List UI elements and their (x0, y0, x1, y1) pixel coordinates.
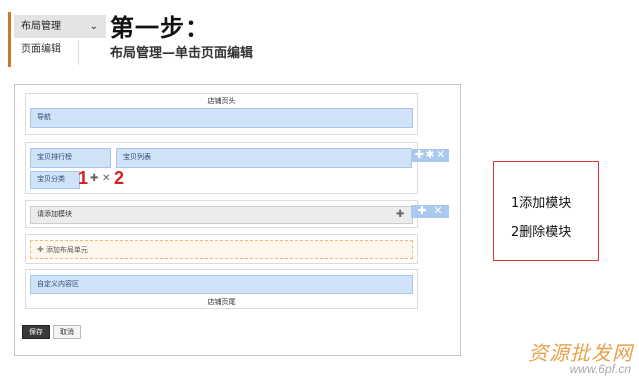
page-edit-link[interactable]: 页面编辑 (14, 40, 79, 65)
add-module-icon[interactable]: ✚ (90, 173, 98, 184)
marker-1: 1 (78, 168, 89, 188)
annotation-add: 1添加模块 (511, 196, 572, 211)
annotation-delete: 2删除模块 (511, 225, 572, 240)
move-icon[interactable]: ✚ (417, 205, 426, 218)
marker-2: 2 (114, 168, 125, 188)
slot-toolbar: ✚ ✕ (411, 205, 449, 218)
shop-footer-section: 自定义内容区 店铺页尾 (25, 269, 418, 309)
content-section: 宝贝排行榜 宝贝列表 宝贝分类 1 ✚ ✕ 2 (25, 142, 418, 194)
module-list[interactable]: 宝贝列表 (116, 148, 412, 168)
shop-footer-label: 店铺页尾 (207, 299, 236, 306)
delete-module-icon[interactable]: ✕ (102, 173, 110, 184)
plus-icon: ✚ (37, 245, 46, 254)
move-icon[interactable]: ✚ (415, 149, 424, 162)
module-rank[interactable]: 宝贝排行榜 (30, 148, 111, 168)
step-description: 布局管理—单击页面编辑 (110, 46, 254, 61)
layout-management-menu[interactable]: 布局管理 ⌄ (14, 15, 106, 38)
module-category[interactable]: 宝贝分类 (30, 171, 80, 189)
page-editor: 店铺页头 导航 宝贝排行榜 宝贝列表 宝贝分类 1 ✚ ✕ 2 ✚ ✱ ✕ 请添… (14, 84, 461, 356)
menu-accent-bar (8, 12, 11, 67)
save-button[interactable]: 保存 (22, 325, 50, 339)
watermark-url: www.6pf.cn (569, 362, 631, 376)
layout-unit-section: ✚ 添加布局单元 (25, 234, 418, 264)
shop-header-label: 店铺页头 (207, 98, 236, 105)
gear-icon[interactable]: ✱ (425, 149, 434, 162)
chevron-down-icon: ⌄ (89, 21, 98, 32)
add-module-slot[interactable]: 请添加模块 (30, 206, 413, 224)
custom-content-area[interactable]: 自定义内容区 (30, 275, 413, 294)
layout-menu: 布局管理 ⌄ 页面编辑 (8, 12, 106, 67)
nav-module[interactable]: 导航 (30, 108, 413, 128)
close-icon[interactable]: ✕ (436, 149, 445, 162)
cancel-button[interactable]: 取消 (53, 325, 81, 339)
step-title: 第一步： (110, 14, 210, 42)
add-module-slot-icon[interactable]: ✚ (396, 209, 404, 220)
close-icon[interactable]: ✕ (433, 205, 442, 218)
add-layout-unit-label: 添加布局单元 (45, 247, 88, 254)
menu-title: 布局管理 (21, 21, 61, 32)
section-toolbar: ✚ ✱ ✕ (411, 149, 449, 162)
annotation-box: 1添加模块 2删除模块 (493, 161, 599, 261)
add-layout-unit[interactable]: ✚ 添加布局单元 (30, 240, 413, 259)
add-module-section: 请添加模块 ✚ (25, 200, 418, 228)
shop-header-section: 店铺页头 导航 (25, 93, 418, 135)
